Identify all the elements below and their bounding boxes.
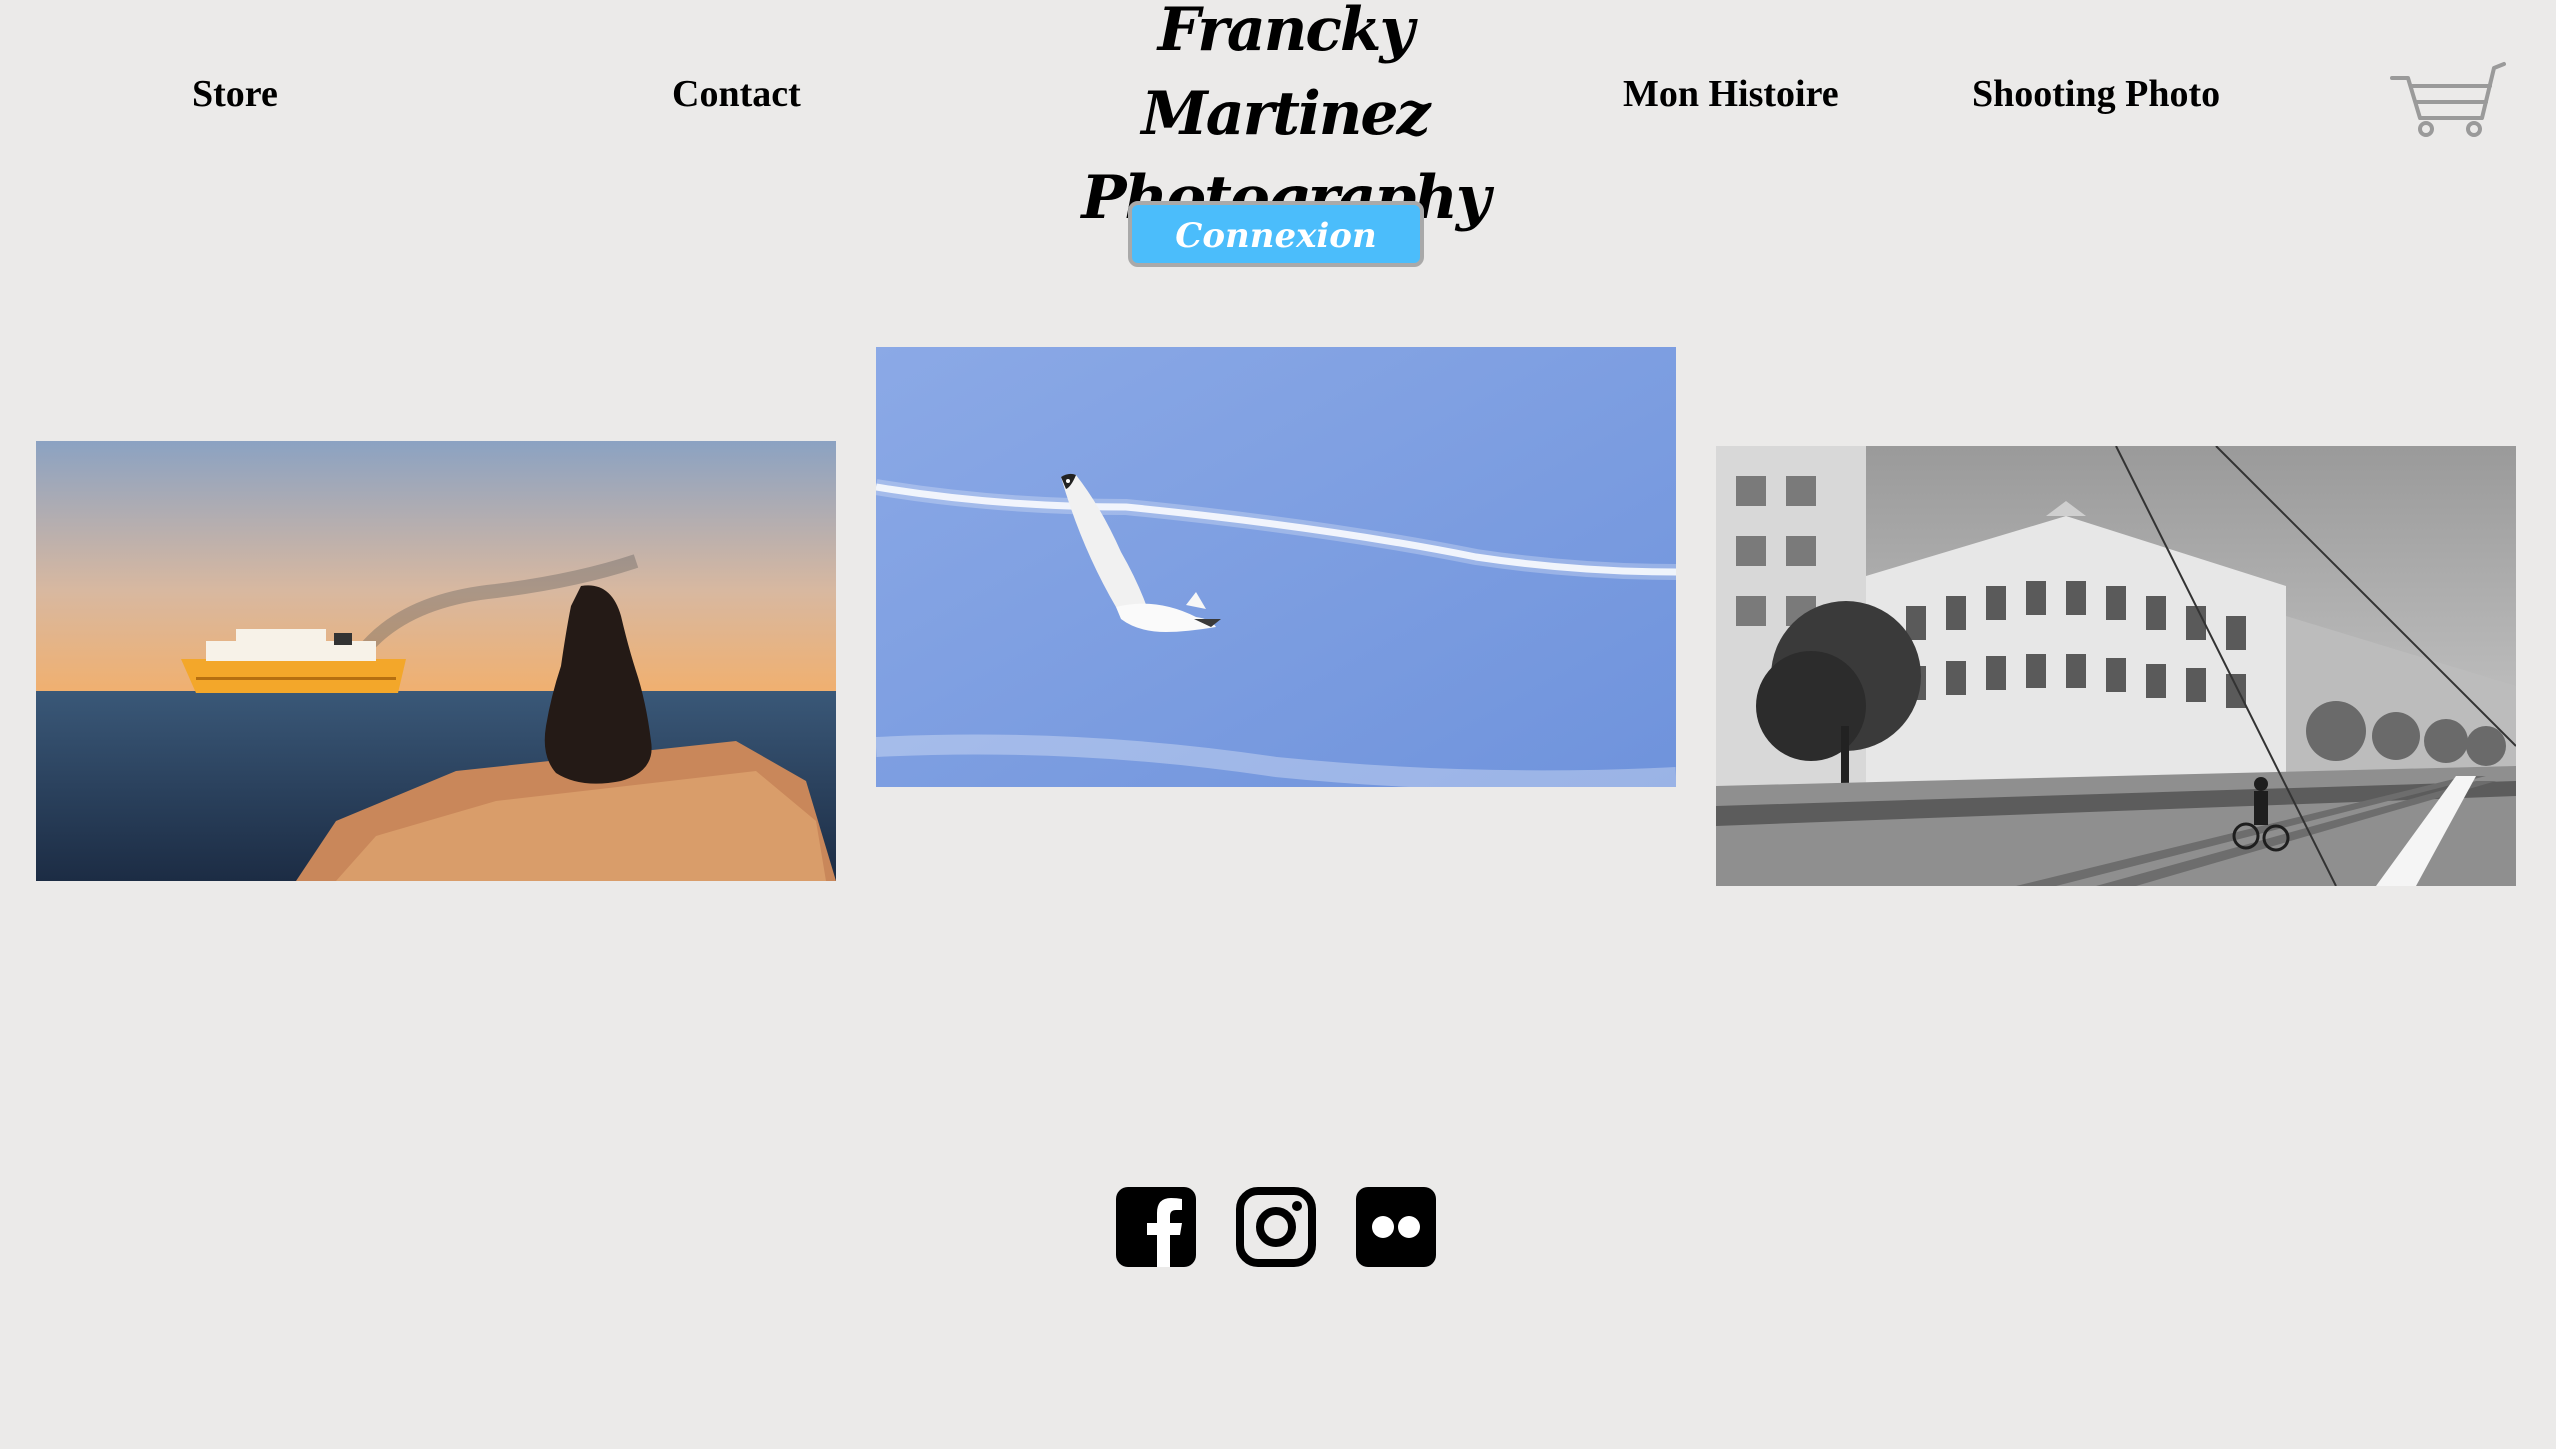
instagram-icon[interactable]	[1236, 1187, 1316, 1267]
gallery-photo-seagull[interactable]	[876, 347, 1676, 787]
page: Store Contact Francky Martinez Photograp…	[0, 0, 2556, 1449]
nav-shooting-photo-link[interactable]: Shooting Photo	[1972, 70, 2220, 118]
cart-icon[interactable]	[2390, 58, 2506, 138]
nav-mon-histoire-link[interactable]: Mon Histoire	[1623, 70, 1839, 118]
gallery-photo-sunset-ferry[interactable]	[36, 441, 836, 881]
login-button[interactable]: Connexion	[1128, 201, 1424, 267]
facebook-icon[interactable]	[1116, 1187, 1196, 1267]
gallery-photo-street-bw[interactable]	[1716, 446, 2516, 886]
nav-store-link[interactable]: Store	[192, 70, 278, 118]
flickr-icon[interactable]	[1356, 1187, 1436, 1267]
nav-contact-link[interactable]: Contact	[672, 70, 801, 118]
site-title-line-1: Francky Martinez	[1141, 0, 1430, 149]
